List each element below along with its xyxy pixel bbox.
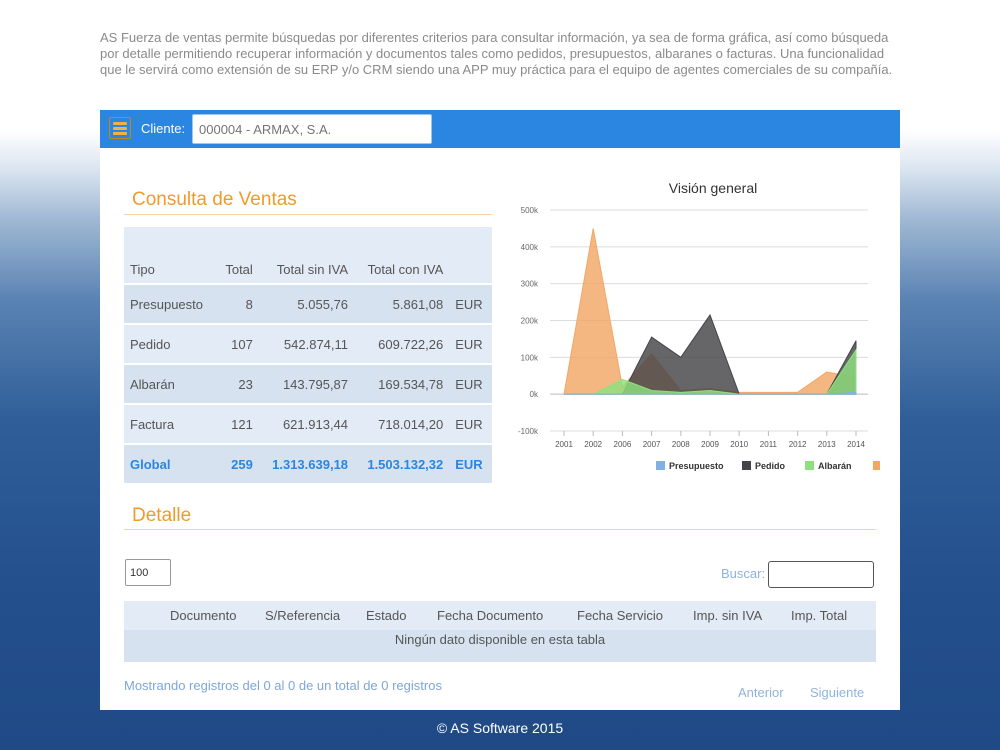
col-sin-iva: Total sin IVA [258, 227, 355, 284]
cell-sin-iva: 143.795,87 [258, 364, 355, 404]
global-moneda: EUR [449, 444, 492, 484]
prev-page-link[interactable]: Anterior [738, 685, 784, 700]
global-tipo: Global [124, 444, 217, 484]
y-tick-label: 300k [521, 280, 539, 289]
col-con-iva: Total con IVA [354, 227, 450, 284]
chart-title: Visión general [669, 180, 757, 196]
y-tick-label: 500k [521, 206, 539, 215]
cliente-input[interactable] [192, 114, 432, 144]
y-tick-label: 200k [521, 317, 539, 326]
ventas-row: Albarán 23 143.795,87 169.534,78 EUR [124, 364, 492, 404]
x-tick-label: 2012 [789, 440, 807, 449]
col-estado[interactable]: Estado [366, 608, 406, 623]
cell-tipo: Presupuesto [124, 284, 217, 324]
cell-con-iva: 718.014,20 [354, 404, 450, 444]
col-moneda [449, 227, 492, 284]
cell-moneda: EUR [449, 284, 492, 324]
page-length-input[interactable] [125, 559, 171, 586]
cliente-label: Cliente: [141, 121, 186, 136]
x-tick-label: 2010 [730, 440, 748, 449]
col-imp-sin-iva[interactable]: Imp. sin IVA [693, 608, 762, 623]
app-panel: Cliente: Consulta de Ventas Tipo Total T… [100, 110, 900, 710]
global-sin-iva: 1.313.639,18 [258, 444, 355, 484]
ventas-rule [124, 214, 492, 215]
cell-tipo: Factura [124, 404, 217, 444]
y-tick-label: 400k [521, 243, 539, 252]
x-tick-label: 2009 [701, 440, 719, 449]
cell-total: 107 [216, 324, 259, 364]
x-tick-label: 2002 [584, 440, 602, 449]
cell-total: 23 [216, 364, 259, 404]
y-tick-label: 100k [521, 353, 539, 362]
ventas-row: Presupuesto 8 5.055,76 5.861,08 EUR [124, 284, 492, 324]
y-tick-label: -100k [518, 427, 539, 436]
buscar-label: Buscar: [721, 566, 766, 581]
ventas-row: Pedido 107 542.874,11 609.722,26 EUR [124, 324, 492, 364]
cell-moneda: EUR [449, 364, 492, 404]
detalle-title: Detalle [132, 505, 192, 526]
x-tick-label: 2007 [643, 440, 661, 449]
cell-sin-iva: 542.874,11 [258, 324, 355, 364]
cell-con-iva: 169.534,78 [354, 364, 450, 404]
footer-copyright: © AS Software 2015 [436, 720, 564, 736]
cell-total: 121 [216, 404, 259, 444]
legend-label: Pedido [755, 461, 786, 471]
x-tick-label: 2014 [847, 440, 865, 449]
detalle-table-header: Documento S/Referencia Estado Fecha Docu… [124, 601, 876, 630]
legend-swatch [742, 461, 751, 470]
col-total: Total [216, 227, 259, 284]
vision-general-chart: Visión general 500k 400k 300k 200k 100k 0k -100… [518, 180, 880, 471]
cell-con-iva: 609.722,26 [354, 324, 450, 364]
ventas-title: Consulta de Ventas [132, 189, 297, 210]
col-tipo: Tipo [124, 227, 217, 284]
x-tick-label: 2006 [614, 440, 632, 449]
cell-tipo: Albarán [124, 364, 217, 404]
cell-sin-iva: 621.913,44 [258, 404, 355, 444]
legend-swatch [805, 461, 814, 470]
cell-total: 8 [216, 284, 259, 324]
detalle-rule [124, 529, 876, 530]
cell-con-iva: 5.861,08 [354, 284, 450, 324]
buscar-input[interactable] [768, 561, 874, 588]
intro-text: AS Fuerza de ventas permite búsquedas po… [100, 30, 893, 77]
x-tick-label: 2001 [555, 440, 573, 449]
legend-label: Presupuesto [669, 461, 724, 471]
detalle-empty-row: Ningún dato disponible en esta tabla [124, 630, 876, 662]
ventas-global-row: Global 259 1.313.639,18 1.503.132,32 EUR [124, 444, 492, 484]
y-tick-label: 0k [530, 390, 539, 399]
col-fecha-documento[interactable]: Fecha Documento [437, 608, 543, 623]
cell-tipo: Pedido [124, 324, 217, 364]
legend-swatch [873, 461, 880, 470]
legend-label: Albarán [818, 461, 852, 471]
hamburger-menu-icon[interactable] [109, 117, 131, 139]
global-con-iva: 1.503.132,32 [354, 444, 450, 484]
cell-moneda: EUR [449, 404, 492, 444]
col-imp-total[interactable]: Imp. Total [791, 608, 847, 623]
next-page-link[interactable]: Siguiente [810, 685, 864, 700]
col-referencia[interactable]: S/Referencia [265, 608, 340, 623]
x-tick-label: 2008 [672, 440, 690, 449]
cell-moneda: EUR [449, 324, 492, 364]
cell-sin-iva: 5.055,76 [258, 284, 355, 324]
x-tick-label: 2013 [818, 440, 836, 449]
detalle-info-text: Mostrando registros del 0 al 0 de un tot… [124, 678, 442, 693]
ventas-row: Factura 121 621.913,44 718.014,20 EUR [124, 404, 492, 444]
x-tick-label: 2011 [760, 440, 778, 449]
ventas-table: Tipo Total Total sin IVA Total con IVA P… [124, 227, 492, 485]
col-documento[interactable]: Documento [170, 608, 236, 623]
top-bar: Cliente: [100, 110, 900, 148]
global-total: 259 [216, 444, 259, 484]
col-fecha-servicio[interactable]: Fecha Servicio [577, 608, 663, 623]
legend-swatch [656, 461, 665, 470]
